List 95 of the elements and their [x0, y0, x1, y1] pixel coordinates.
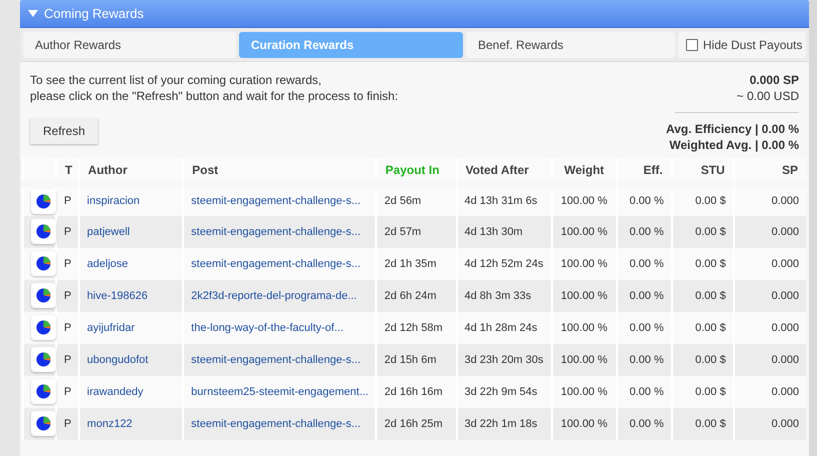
chart-button[interactable] — [31, 379, 56, 404]
voted-after-cell: 4d 12h 52m 24s — [456, 248, 552, 280]
type-cell: P — [56, 312, 80, 344]
payout-cell: 2d 57m — [376, 216, 456, 248]
avg-efficiency: Avg. Efficiency | 0.00 % — [666, 121, 799, 137]
sp-cell: 0.000 — [734, 344, 806, 376]
voted-after-cell: 4d 13h 31m 6s — [456, 184, 552, 216]
chart-button[interactable] — [31, 411, 56, 436]
efficiency-cell: 0.00 % — [616, 408, 672, 440]
total-usd: ~ 0.00 USD — [736, 88, 799, 104]
author-link[interactable]: inspiracion — [87, 195, 140, 208]
type-cell: P — [56, 248, 80, 280]
weight-cell: 100.00 % — [552, 376, 617, 408]
pie-chart-icon — [36, 384, 51, 400]
payout-cell: 2d 12h 58m — [376, 312, 456, 344]
pie-chart-icon — [36, 416, 51, 432]
instructions-text: To see the current list of your coming curation rewards, please click on the "Refresh" button and wait for the process to finish: — [30, 72, 398, 104]
chart-button[interactable] — [31, 188, 56, 214]
type-cell: P — [56, 376, 80, 408]
post-link[interactable]: steemit-engagement-challenge-s... — [191, 258, 361, 270]
checkbox[interactable] — [686, 39, 698, 51]
post-link[interactable]: steemit-engagement-challenge-s... — [191, 195, 361, 208]
weight-cell: 100.00 % — [552, 312, 617, 344]
chart-button[interactable] — [31, 315, 56, 340]
payout-cell: 2d 15h 6m — [376, 344, 456, 376]
voted-after-cell: 3d 22h 9m 54s — [456, 376, 552, 408]
stu-cell: 0.00 $ — [672, 344, 734, 376]
author-link[interactable]: adeljose — [87, 258, 128, 270]
voted-after-cell: 4d 1h 28m 24s — [456, 312, 552, 344]
payout-cell: 2d 1h 35m — [376, 248, 456, 280]
efficiency-cell: 0.00 % — [616, 248, 672, 280]
stu-cell: 0.00 $ — [672, 376, 734, 408]
pie-chart-icon — [36, 224, 51, 240]
pie-chart-icon — [36, 256, 51, 272]
post-link[interactable]: burnsteem25-steemit-engagement... — [191, 386, 368, 398]
tab[interactable]: Benef. Rewards — [466, 32, 675, 58]
sp-cell: 0.000 — [734, 280, 806, 312]
tab[interactable]: Author Rewards — [23, 32, 236, 58]
sp-cell: 0.000 — [734, 376, 806, 408]
efficiency-cell: 0.00 % — [616, 184, 672, 216]
efficiency-cell: 0.00 % — [616, 216, 672, 248]
stu-cell: 0.00 $ — [672, 184, 734, 216]
post-link[interactable]: the-long-way-of-the-faculty-of... — [191, 322, 344, 334]
type-cell: P — [56, 216, 80, 248]
chart-button[interactable] — [31, 219, 56, 244]
efficiency-cell: 0.00 % — [616, 344, 672, 376]
weight-cell: 100.00 % — [552, 184, 617, 216]
pie-chart-icon — [36, 320, 51, 336]
author-link[interactable]: irawandedy — [87, 386, 144, 398]
payout-cell: 2d 16h 16m — [376, 376, 456, 408]
stu-cell: 0.00 $ — [672, 312, 734, 344]
sp-cell: 0.000 — [734, 184, 806, 216]
weight-cell: 100.00 % — [552, 344, 617, 376]
efficiency-cell: 0.00 % — [616, 280, 672, 312]
stu-cell: 0.00 $ — [672, 408, 734, 440]
weight-cell: 100.00 % — [552, 280, 617, 312]
checkbox-label: Hide Dust Payouts — [703, 37, 802, 54]
stu-cell: 0.00 $ — [672, 280, 734, 312]
refresh-button[interactable]: Refresh — [30, 118, 98, 144]
author-link[interactable]: patjewell — [87, 226, 130, 238]
voted-after-cell: 4d 13h 30m — [456, 216, 552, 248]
author-link[interactable]: ayijufridar — [87, 322, 135, 334]
stu-cell: 0.00 $ — [672, 216, 734, 248]
pie-chart-icon — [36, 288, 51, 304]
chart-button[interactable] — [31, 251, 56, 276]
author-link[interactable]: monz122 — [87, 418, 132, 430]
voted-after-cell: 4d 8h 3m 33s — [456, 280, 552, 312]
chart-button[interactable] — [31, 347, 56, 372]
efficiency-cell: 0.00 % — [616, 376, 672, 408]
panel-title: Coming Rewards — [44, 4, 144, 23]
weight-cell: 100.00 % — [552, 248, 617, 280]
type-cell: P — [56, 184, 80, 216]
stu-cell: 0.00 $ — [672, 248, 734, 280]
type-cell: P — [56, 344, 80, 376]
payout-cell: 2d 6h 24m — [376, 280, 456, 312]
voted-after-cell: 3d 23h 20m 30s — [456, 344, 552, 376]
weighted-avg: Weighted Avg. | 0.00 % — [668, 137, 799, 153]
sp-cell: 0.000 — [734, 248, 806, 280]
scrollbar[interactable] — [809, 0, 817, 456]
chart-button[interactable] — [31, 283, 56, 308]
weight-cell: 100.00 % — [552, 216, 617, 248]
hide-dust-toggle[interactable]: Hide Dust Payouts — [678, 32, 806, 58]
sp-cell: 0.000 — [734, 408, 806, 440]
voted-after-cell: 3d 22h 1m 18s — [456, 408, 552, 440]
total-sp: 0.000 SP — [748, 72, 799, 88]
sp-cell: 0.000 — [734, 216, 806, 248]
type-cell: P — [56, 408, 80, 440]
efficiency-cell: 0.00 % — [616, 312, 672, 344]
type-cell: P — [56, 280, 80, 312]
sp-cell: 0.000 — [734, 312, 806, 344]
pie-chart-icon — [36, 194, 51, 209]
weight-cell: 100.00 % — [552, 408, 617, 440]
payout-cell: 2d 16h 25m — [376, 408, 456, 440]
pie-chart-icon — [36, 352, 51, 368]
payout-cell: 2d 56m — [376, 184, 456, 216]
